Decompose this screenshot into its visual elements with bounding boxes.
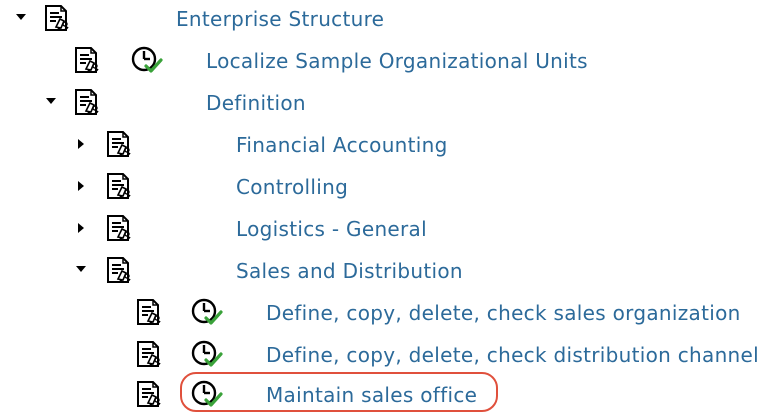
collapsed-arrow-icon[interactable]: [78, 181, 84, 191]
document-icon[interactable]: [134, 340, 162, 368]
collapsed-arrow-icon[interactable]: [78, 223, 84, 233]
tree-node-enterprise-structure[interactable]: Enterprise Structure: [0, 0, 782, 42]
tree-node-label[interactable]: Enterprise Structure: [176, 7, 384, 31]
tree-node-label[interactable]: Define, copy, delete, check sales organi…: [266, 301, 741, 325]
tree-node-definition[interactable]: Definition: [0, 84, 782, 126]
document-icon[interactable]: [134, 298, 162, 326]
tree-node-label[interactable]: Maintain sales office: [266, 383, 477, 407]
expanded-arrow-icon[interactable]: [16, 14, 26, 20]
execute-clock-icon[interactable]: [190, 297, 224, 327]
tree-node-controlling[interactable]: Controlling: [0, 168, 782, 210]
tree-node-label[interactable]: Definition: [206, 91, 306, 115]
img-structure-tree: Enterprise Structure Localize Sample Org…: [0, 0, 782, 416]
document-icon[interactable]: [42, 4, 70, 32]
tree-node-define-distribution-channel[interactable]: Define, copy, delete, check distribution…: [0, 336, 782, 378]
execute-clock-icon[interactable]: [190, 379, 224, 409]
document-icon[interactable]: [104, 256, 132, 284]
tree-node-label[interactable]: Controlling: [236, 175, 348, 199]
tree-node-logistics-general[interactable]: Logistics - General: [0, 210, 782, 252]
document-icon[interactable]: [134, 380, 162, 408]
tree-node-financial-accounting[interactable]: Financial Accounting: [0, 126, 782, 168]
expanded-arrow-icon[interactable]: [76, 266, 86, 272]
tree-node-localize-sample-org-units[interactable]: Localize Sample Organizational Units: [0, 42, 782, 84]
document-icon[interactable]: [104, 172, 132, 200]
collapsed-arrow-icon[interactable]: [78, 139, 84, 149]
execute-clock-icon[interactable]: [130, 45, 164, 75]
tree-node-define-sales-organization[interactable]: Define, copy, delete, check sales organi…: [0, 294, 782, 336]
expanded-arrow-icon[interactable]: [46, 98, 56, 104]
tree-node-label[interactable]: Sales and Distribution: [236, 259, 463, 283]
tree-node-label[interactable]: Logistics - General: [236, 217, 427, 241]
tree-node-sales-and-distribution[interactable]: Sales and Distribution: [0, 252, 782, 294]
document-icon[interactable]: [104, 130, 132, 158]
document-icon[interactable]: [104, 214, 132, 242]
execute-clock-icon[interactable]: [190, 339, 224, 369]
tree-node-label[interactable]: Define, copy, delete, check distribution…: [266, 343, 759, 367]
tree-node-maintain-sales-office[interactable]: Maintain sales office: [0, 376, 782, 416]
document-icon[interactable]: [72, 46, 100, 74]
tree-node-label[interactable]: Financial Accounting: [236, 133, 448, 157]
tree-node-label[interactable]: Localize Sample Organizational Units: [206, 49, 588, 73]
document-icon[interactable]: [72, 88, 100, 116]
